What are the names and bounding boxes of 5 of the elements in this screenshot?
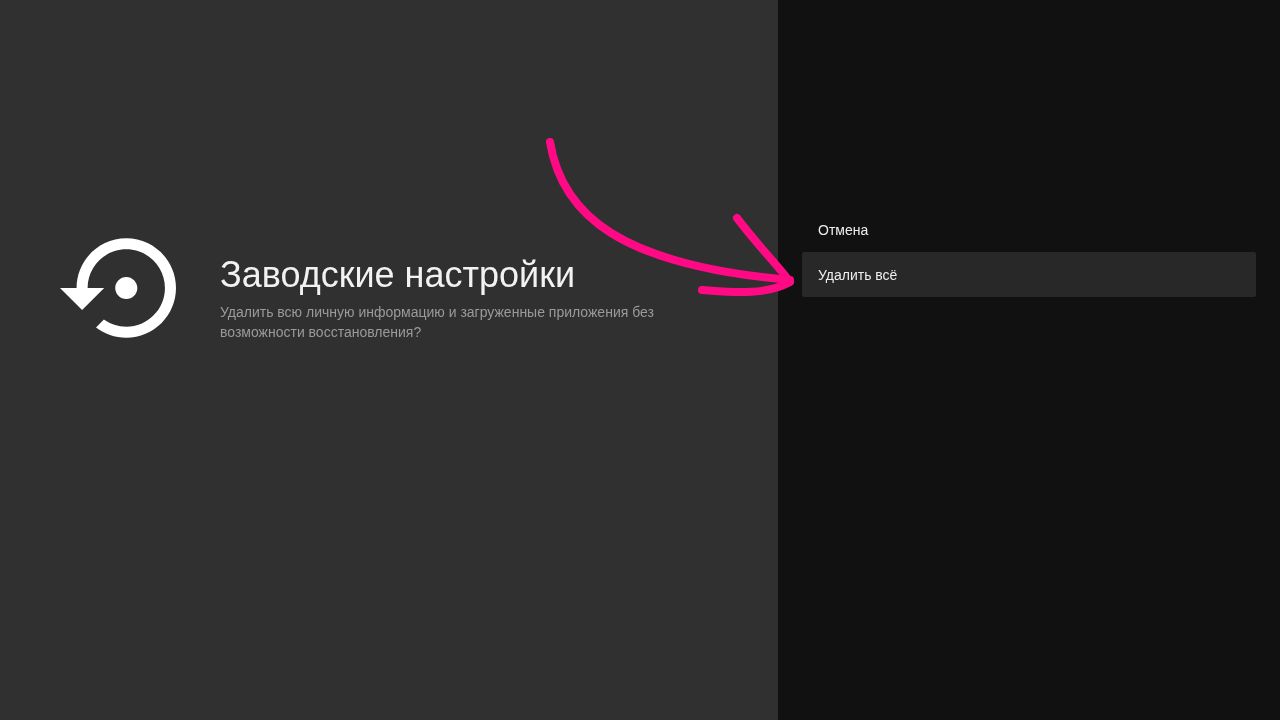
guidance-description: Удалить всю личную информацию и загруженные приложения без возможности восстановления? [220,303,655,342]
action-item[interactable]: Отмена [802,207,1256,252]
guidance-title: Заводские настройки [220,254,576,296]
restore-icon [60,238,176,338]
action-item[interactable]: Удалить всё [802,252,1256,297]
